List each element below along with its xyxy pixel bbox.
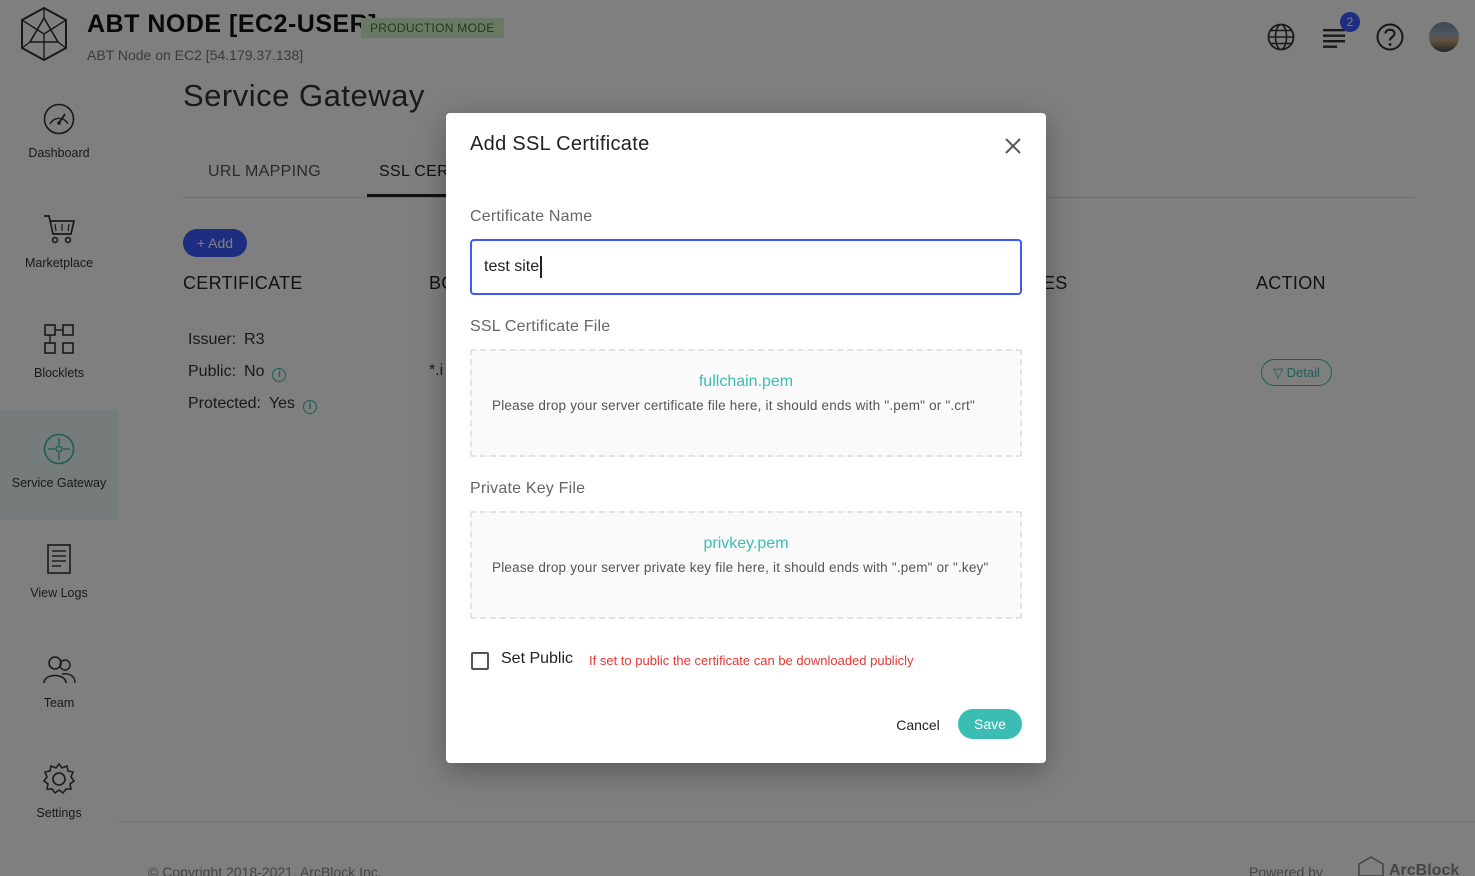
- certificate-file-name: fullchain.pem: [698, 373, 794, 390]
- certificate-name-input[interactable]: [470, 239, 1022, 295]
- add-ssl-certificate-dialog: Add SSL Certificate Certificate Name SSL…: [446, 113, 1046, 763]
- certificate-file-hint: Please drop your server certificate file…: [492, 398, 975, 413]
- private-key-hint: Please drop your server private key file…: [492, 560, 989, 575]
- certificate-name-label: Certificate Name: [470, 208, 593, 225]
- dialog-title: Add SSL Certificate: [470, 133, 650, 155]
- private-key-file-name: privkey.pem: [703, 535, 789, 552]
- certificate-file-dropzone[interactable]: fullchain.pem Please drop your server ce…: [470, 349, 1022, 457]
- set-public-label[interactable]: Set Public: [501, 650, 573, 668]
- private-key-dropzone[interactable]: privkey.pem Please drop your server priv…: [470, 511, 1022, 619]
- set-public-checkbox[interactable]: [471, 652, 489, 670]
- set-public-hint: If set to public the certificate can be …: [589, 653, 914, 668]
- private-key-file-label: Private Key File: [470, 480, 586, 497]
- ssl-certificate-file-label: SSL Certificate File: [470, 318, 611, 335]
- close-icon[interactable]: [1002, 135, 1024, 157]
- save-button[interactable]: Save: [958, 709, 1022, 739]
- cancel-button[interactable]: Cancel: [888, 710, 948, 740]
- text-caret: [540, 256, 542, 278]
